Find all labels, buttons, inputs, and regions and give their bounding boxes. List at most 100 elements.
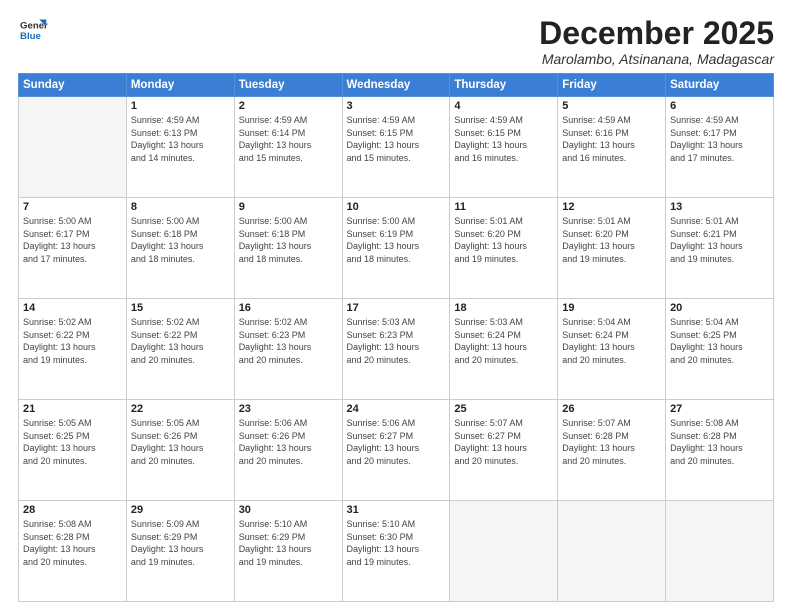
day-info: Sunrise: 5:02 AM Sunset: 6:23 PM Dayligh… [239,316,338,366]
week-row-3: 14 Sunrise: 5:02 AM Sunset: 6:22 PM Dayli… [19,299,774,400]
location-subtitle: Marolambo, Atsinanana, Madagascar [539,51,774,67]
calendar-table: SundayMondayTuesdayWednesdayThursdayFrid… [18,73,774,602]
calendar-cell: 29Sunrise: 5:09 AM Sunset: 6:29 PM Dayli… [126,501,234,602]
day-number: 15 [131,302,230,314]
weekday-header-row: SundayMondayTuesdayWednesdayThursdayFrid… [19,74,774,97]
page-header: General Blue December 2025 Marolambo, At… [18,16,774,67]
day-info: Sunrise: 4:59 AM Sunset: 6:13 PM Dayligh… [131,114,230,164]
day-number: 27 [670,403,769,415]
day-info: Sunrise: 5:03 AM Sunset: 6:24 PM Dayligh… [454,316,553,366]
day-number: 20 [670,302,769,314]
day-number: 9 [239,201,338,213]
logo: General Blue [18,16,48,44]
day-number: 1 [131,100,230,112]
calendar-cell: 11Sunrise: 5:01 AM Sunset: 6:20 PM Dayli… [450,198,558,299]
calendar-cell: 31 Sunrise: 5:10 AM Sunset: 6:30 PM Dayli… [342,501,450,602]
day-info: Sunrise: 5:06 AM Sunset: 6:27 PM Dayligh… [347,417,446,467]
calendar-cell [19,97,127,198]
day-number: 28 [23,504,122,516]
day-number: 8 [131,201,230,213]
svg-text:Blue: Blue [20,31,41,42]
day-number: 17 [347,302,446,314]
calendar-cell: 7 Sunrise: 5:00 AM Sunset: 6:17 PM Daylig… [19,198,127,299]
calendar-cell [450,501,558,602]
calendar-cell [666,501,774,602]
day-info: Sunrise: 5:00 AM Sunset: 6:17 PM Dayligh… [23,215,122,265]
day-info: Sunrise: 4:59 AM Sunset: 6:16 PM Dayligh… [562,114,661,164]
day-number: 12 [562,201,661,213]
calendar-cell: 30 Sunrise: 5:10 AM Sunset: 6:29 PM Dayli… [234,501,342,602]
calendar-cell: 6Sunrise: 4:59 AM Sunset: 6:17 PM Daylig… [666,97,774,198]
day-number: 31 [347,504,446,516]
day-info: Sunrise: 5:01 AM Sunset: 6:20 PM Dayligh… [562,215,661,265]
day-info: Sunrise: 5:08 AM Sunset: 6:28 PM Dayligh… [670,417,769,467]
day-info: Sunrise: 5:04 AM Sunset: 6:25 PM Dayligh… [670,316,769,366]
day-info: Sunrise: 5:05 AM Sunset: 6:26 PM Dayligh… [131,417,230,467]
weekday-header-wednesday: Wednesday [342,74,450,97]
calendar-cell: 28 Sunrise: 5:08 AM Sunset: 6:28 PM Dayli… [19,501,127,602]
calendar-cell: 24 Sunrise: 5:06 AM Sunset: 6:27 PM Dayli… [342,400,450,501]
day-info: Sunrise: 5:08 AM Sunset: 6:28 PM Dayligh… [23,518,122,568]
day-info: Sunrise: 5:10 AM Sunset: 6:30 PM Dayligh… [347,518,446,568]
calendar-cell [558,501,666,602]
day-number: 4 [454,100,553,112]
day-info: Sunrise: 5:01 AM Sunset: 6:21 PM Dayligh… [670,215,769,265]
week-row-4: 21Sunrise: 5:05 AM Sunset: 6:25 PM Dayli… [19,400,774,501]
day-number: 26 [562,403,661,415]
calendar-cell: 1 Sunrise: 4:59 AM Sunset: 6:13 PM Daylig… [126,97,234,198]
day-number: 30 [239,504,338,516]
day-info: Sunrise: 5:02 AM Sunset: 6:22 PM Dayligh… [23,316,122,366]
day-info: Sunrise: 5:02 AM Sunset: 6:22 PM Dayligh… [131,316,230,366]
week-row-1: 1 Sunrise: 4:59 AM Sunset: 6:13 PM Daylig… [19,97,774,198]
weekday-header-sunday: Sunday [19,74,127,97]
day-number: 24 [347,403,446,415]
day-info: Sunrise: 5:09 AM Sunset: 6:29 PM Dayligh… [131,518,230,568]
weekday-header-tuesday: Tuesday [234,74,342,97]
weekday-header-saturday: Saturday [666,74,774,97]
calendar-cell: 25Sunrise: 5:07 AM Sunset: 6:27 PM Dayli… [450,400,558,501]
day-info: Sunrise: 5:04 AM Sunset: 6:24 PM Dayligh… [562,316,661,366]
day-number: 3 [347,100,446,112]
calendar-cell: 15 Sunrise: 5:02 AM Sunset: 6:22 PM Dayli… [126,299,234,400]
day-number: 7 [23,201,122,213]
calendar-cell: 9 Sunrise: 5:00 AM Sunset: 6:18 PM Daylig… [234,198,342,299]
week-row-5: 28 Sunrise: 5:08 AM Sunset: 6:28 PM Dayli… [19,501,774,602]
day-info: Sunrise: 5:00 AM Sunset: 6:19 PM Dayligh… [347,215,446,265]
day-info: Sunrise: 5:05 AM Sunset: 6:25 PM Dayligh… [23,417,122,467]
title-block: December 2025 Marolambo, Atsinanana, Mad… [539,16,774,67]
calendar-cell: 13Sunrise: 5:01 AM Sunset: 6:21 PM Dayli… [666,198,774,299]
weekday-header-friday: Friday [558,74,666,97]
day-number: 16 [239,302,338,314]
calendar-cell: 14 Sunrise: 5:02 AM Sunset: 6:22 PM Dayli… [19,299,127,400]
logo-icon: General Blue [20,16,48,44]
calendar-cell: 20 Sunrise: 5:04 AM Sunset: 6:25 PM Dayli… [666,299,774,400]
day-number: 2 [239,100,338,112]
day-number: 19 [562,302,661,314]
calendar-cell: 26Sunrise: 5:07 AM Sunset: 6:28 PM Dayli… [558,400,666,501]
week-row-2: 7 Sunrise: 5:00 AM Sunset: 6:17 PM Daylig… [19,198,774,299]
day-number: 11 [454,201,553,213]
calendar-cell: 23Sunrise: 5:06 AM Sunset: 6:26 PM Dayli… [234,400,342,501]
day-number: 23 [239,403,338,415]
day-number: 22 [131,403,230,415]
day-info: Sunrise: 4:59 AM Sunset: 6:17 PM Dayligh… [670,114,769,164]
calendar-cell: 18 Sunrise: 5:03 AM Sunset: 6:24 PM Dayli… [450,299,558,400]
day-info: Sunrise: 5:00 AM Sunset: 6:18 PM Dayligh… [239,215,338,265]
day-info: Sunrise: 5:07 AM Sunset: 6:27 PM Dayligh… [454,417,553,467]
day-info: Sunrise: 4:59 AM Sunset: 6:15 PM Dayligh… [454,114,553,164]
calendar-cell: 8 Sunrise: 5:00 AM Sunset: 6:18 PM Daylig… [126,198,234,299]
calendar-cell: 4 Sunrise: 4:59 AM Sunset: 6:15 PM Daylig… [450,97,558,198]
day-number: 5 [562,100,661,112]
day-info: Sunrise: 5:10 AM Sunset: 6:29 PM Dayligh… [239,518,338,568]
calendar-cell: 22 Sunrise: 5:05 AM Sunset: 6:26 PM Dayli… [126,400,234,501]
day-info: Sunrise: 5:03 AM Sunset: 6:23 PM Dayligh… [347,316,446,366]
calendar-cell: 17 Sunrise: 5:03 AM Sunset: 6:23 PM Dayli… [342,299,450,400]
day-info: Sunrise: 5:00 AM Sunset: 6:18 PM Dayligh… [131,215,230,265]
calendar-cell: 12 Sunrise: 5:01 AM Sunset: 6:20 PM Dayli… [558,198,666,299]
calendar-cell: 2Sunrise: 4:59 AM Sunset: 6:14 PM Daylig… [234,97,342,198]
month-year-title: December 2025 [539,16,774,51]
weekday-header-thursday: Thursday [450,74,558,97]
weekday-header-monday: Monday [126,74,234,97]
day-number: 14 [23,302,122,314]
day-number: 18 [454,302,553,314]
